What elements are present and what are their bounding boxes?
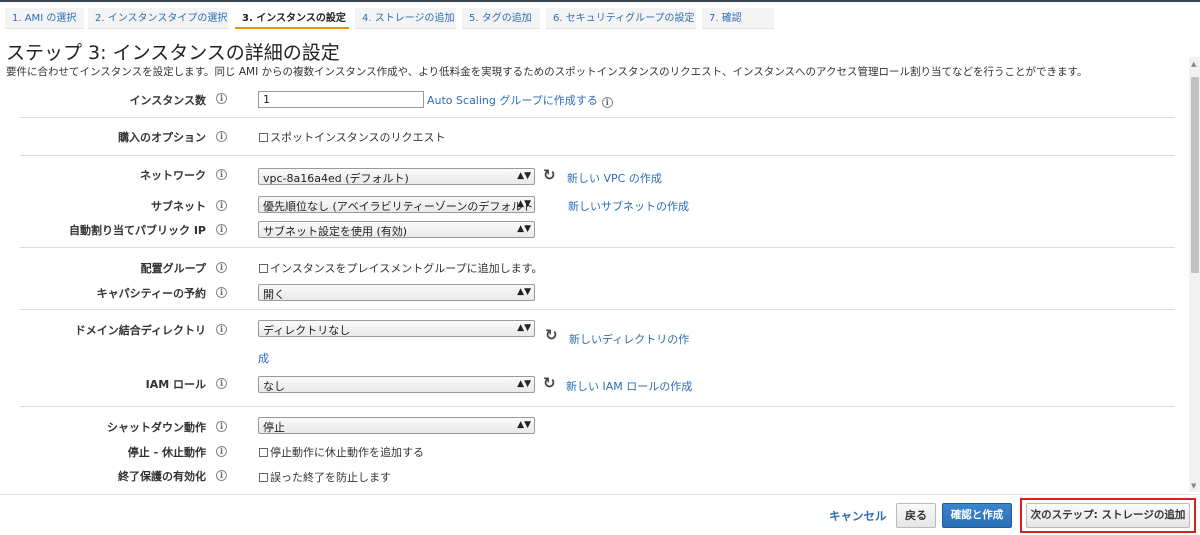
info-icon[interactable]: i	[216, 169, 227, 180]
footer-divider	[0, 494, 1200, 495]
checkbox-icon[interactable]	[259, 473, 268, 482]
scroll-up-icon[interactable]: ▲	[1191, 60, 1196, 68]
divider	[20, 155, 1175, 156]
iam-role-label: IAM ロール	[145, 378, 206, 391]
purchase-option-label: 購入のオプション	[118, 131, 206, 144]
domain-directory-select[interactable]: ディレクトリなし ▲▼	[258, 320, 535, 337]
tab-ami[interactable]: 1. AMI の選択	[5, 8, 84, 29]
public-ip-label: 自動割り当てパブリック IP	[69, 224, 206, 237]
stop-hibernate-checkbox-label: 停止動作に休止動作を追加する	[270, 446, 424, 459]
info-icon[interactable]: i	[216, 324, 227, 335]
cancel-button[interactable]: キャンセル	[829, 508, 887, 524]
instance-count-label: インスタンス数	[129, 94, 206, 107]
auto-scaling-link-label[interactable]: Auto Scaling グループに作成する	[427, 94, 598, 107]
iam-role-select[interactable]: なし ▲▼	[258, 376, 535, 393]
domain-directory-label: ドメイン結合ディレクトリ	[74, 324, 206, 337]
refresh-icon[interactable]: ↻	[543, 376, 556, 391]
select-arrows-icon: ▲▼	[517, 224, 531, 234]
scroll-down-icon[interactable]: ▼	[1191, 482, 1196, 490]
create-iam-role-link[interactable]: 新しい IAM ロールの作成	[566, 378, 692, 394]
select-arrows-icon: ▲▼	[517, 287, 531, 297]
page-description: 要件に合わせてインスタンスを設定します。同じ AMI からの複数インスタンス作成…	[6, 66, 1088, 78]
create-subnet-link[interactable]: 新しいサブネットの作成	[568, 198, 689, 214]
stop-hibernate-checkbox[interactable]: 停止動作に休止動作を追加する	[259, 444, 424, 460]
spot-request-label: スポットインスタンスのリクエスト	[270, 131, 446, 144]
info-icon[interactable]: i	[216, 421, 227, 432]
placement-group-label: 配置グループ	[140, 262, 206, 275]
create-directory-link-wrap[interactable]: 成	[258, 350, 269, 366]
public-ip-select-value: サブネット設定を使用 (有効)	[263, 225, 408, 238]
info-icon[interactable]: i	[601, 97, 613, 108]
divider	[20, 406, 1175, 407]
info-icon[interactable]: i	[216, 470, 227, 481]
back-button[interactable]: 戻る	[896, 503, 936, 528]
network-label: ネットワーク	[140, 169, 206, 182]
placement-group-checkbox[interactable]: インスタンスをプレイスメントグループに追加します。	[259, 260, 542, 276]
termination-protection-checkbox[interactable]: 誤った終了を防止します	[259, 469, 391, 485]
spot-request-checkbox[interactable]: スポットインスタンスのリクエスト	[259, 129, 446, 145]
create-directory-link[interactable]: 新しいディレクトリの作	[569, 331, 689, 347]
select-arrows-icon: ▲▼	[517, 420, 531, 430]
shutdown-behavior-label: シャットダウン動作	[107, 421, 206, 434]
info-icon[interactable]: i	[216, 93, 227, 104]
review-and-launch-button[interactable]: 確認と作成	[942, 503, 1012, 528]
select-arrows-icon: ▲▼	[517, 379, 531, 389]
capacity-reservation-select[interactable]: 開く ▲▼	[258, 284, 535, 301]
tab-instance-type[interactable]: 2. インスタンスタイプの選択	[88, 8, 229, 29]
termination-protection-checkbox-label: 誤った終了を防止します	[270, 471, 391, 484]
top-border	[0, 0, 1200, 2]
shutdown-behavior-select[interactable]: 停止 ▲▼	[258, 417, 535, 434]
refresh-icon[interactable]: ↻	[543, 168, 556, 183]
create-vpc-link[interactable]: 新しい VPC の作成	[567, 170, 662, 186]
info-icon[interactable]: i	[216, 224, 227, 235]
scrollbar-thumb[interactable]	[1191, 77, 1199, 273]
checkbox-icon[interactable]	[259, 448, 268, 457]
subnet-select[interactable]: 優先順位なし (アベイラビリティーゾーンのデフォルト) ▲▼	[258, 196, 535, 213]
capacity-reservation-label: キャパシティーの予約	[96, 287, 206, 300]
domain-directory-select-value: ディレクトリなし	[263, 324, 351, 337]
iam-role-select-value: なし	[263, 380, 285, 393]
divider	[20, 309, 1175, 310]
next-add-storage-button[interactable]: 次のステップ: ストレージの追加	[1026, 503, 1190, 528]
subnet-label: サブネット	[151, 200, 206, 213]
refresh-icon[interactable]: ↻	[545, 328, 558, 343]
page-title: ステップ 3: インスタンスの詳細の設定	[6, 42, 340, 64]
info-icon[interactable]: i	[216, 378, 227, 389]
shutdown-behavior-select-value: 停止	[263, 421, 285, 434]
subnet-select-value: 優先順位なし (アベイラビリティーゾーンのデフォルト)	[263, 200, 535, 213]
select-arrows-icon: ▲▼	[517, 171, 531, 181]
tab-add-tags[interactable]: 5. タグの追加	[462, 8, 540, 29]
placement-group-checkbox-label: インスタンスをプレイスメントグループに追加します。	[270, 262, 543, 275]
info-icon[interactable]: i	[216, 446, 227, 457]
tab-add-storage[interactable]: 4. ストレージの追加	[355, 8, 456, 29]
tab-security-group[interactable]: 6. セキュリティグループの設定	[546, 8, 696, 29]
info-icon[interactable]: i	[216, 287, 227, 298]
public-ip-select[interactable]: サブネット設定を使用 (有効) ▲▼	[258, 221, 535, 238]
stop-hibernate-label: 停止 - 休止動作	[127, 446, 206, 459]
info-icon[interactable]: i	[216, 262, 227, 273]
info-icon[interactable]: i	[216, 131, 227, 142]
capacity-reservation-select-value: 開く	[263, 288, 285, 301]
network-select-value: vpc-8a16a4ed (デフォルト)	[263, 172, 409, 185]
termination-protection-label: 終了保護の有効化	[118, 470, 206, 483]
checkbox-icon[interactable]	[259, 133, 268, 142]
tab-review[interactable]: 7. 確認	[702, 8, 774, 29]
divider	[20, 247, 1175, 248]
tab-configure-instance[interactable]: 3. インスタンスの設定	[235, 8, 349, 29]
auto-scaling-link[interactable]: Auto Scaling グループに作成する i	[427, 92, 613, 108]
info-icon[interactable]: i	[216, 200, 227, 211]
select-arrows-icon: ▲▼	[517, 199, 531, 209]
select-arrows-icon: ▲▼	[517, 323, 531, 333]
divider	[20, 117, 1175, 118]
checkbox-icon[interactable]	[259, 264, 268, 273]
instance-count-input[interactable]	[258, 91, 424, 108]
network-select[interactable]: vpc-8a16a4ed (デフォルト) ▲▼	[258, 168, 535, 185]
highlight-box: 次のステップ: ストレージの追加	[1020, 498, 1196, 533]
